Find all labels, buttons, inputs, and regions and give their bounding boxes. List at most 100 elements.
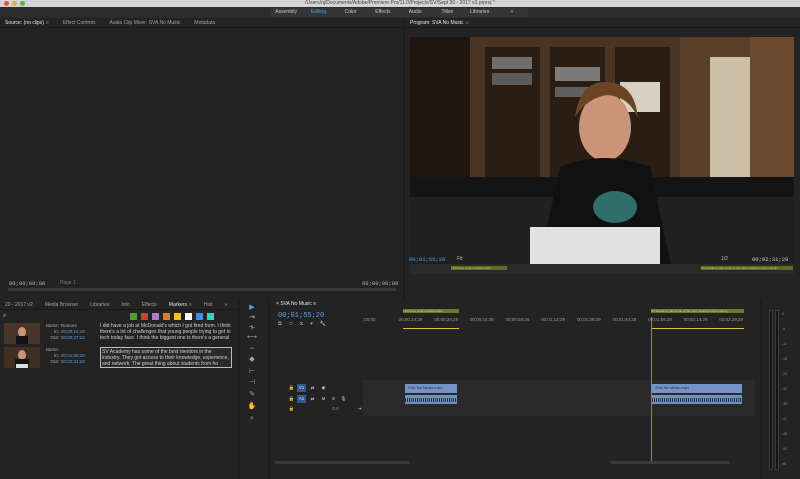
marker-duration-line bbox=[651, 328, 744, 329]
audio-clip[interactable] bbox=[405, 395, 457, 404]
window-controls[interactable] bbox=[4, 1, 25, 6]
timeline-time-ruler[interactable]: ;00;00 00;00;14;29 00;00;29;29 00;00;44;28 0… bbox=[363, 317, 755, 325]
timeline-playhead[interactable] bbox=[651, 317, 652, 463]
video-clip[interactable]: SVA No Music.mp4 bbox=[652, 384, 742, 393]
timeline-zoom-scrollbar[interactable] bbox=[610, 461, 730, 464]
tab-program[interactable]: Program: SVA No Music ≡ bbox=[410, 20, 468, 26]
playback-resolution-dropdown[interactable]: 1/2 bbox=[721, 256, 728, 262]
meter-scale-label: -42 bbox=[782, 417, 788, 421]
marker-color-swatch-5[interactable] bbox=[185, 313, 192, 320]
panel-menu-icon[interactable]: ≡ bbox=[46, 20, 49, 26]
razor-tool-icon[interactable]: ◆ bbox=[247, 356, 257, 364]
rolling-edit-icon[interactable]: ⟷ bbox=[247, 334, 257, 342]
marker-in-timecode[interactable]: 00;00;16;19 bbox=[61, 329, 85, 334]
timeline-tracks-area[interactable]: SVA No Music.mp4 SVA No Music.mp4 bbox=[363, 380, 755, 416]
workspace-tab-editing[interactable]: Editing bbox=[302, 8, 334, 17]
timeline-toggles: ⧉ ⊃ ⧖ ▾ 🔧 bbox=[278, 321, 326, 327]
panel-overflow-button[interactable]: » bbox=[225, 302, 228, 308]
minimize-window-button[interactable] bbox=[12, 1, 17, 6]
panel-menu-icon[interactable]: ≡ bbox=[466, 20, 469, 26]
close-window-button[interactable] bbox=[4, 1, 9, 6]
linked-selection-icon[interactable]: ⧖ bbox=[300, 321, 304, 327]
zoom-window-button[interactable] bbox=[20, 1, 25, 6]
source-page-selector[interactable]: Page 1 bbox=[60, 280, 76, 286]
track-target-a1[interactable]: A1 bbox=[297, 395, 306, 403]
marker-in-timecode[interactable]: 00;01;55;20 bbox=[61, 353, 85, 358]
eye-icon[interactable]: ◉ bbox=[319, 384, 328, 392]
marker-out-timecode[interactable]: 00;02;31;29 bbox=[61, 359, 85, 364]
workspace-tab-titles[interactable]: Titles bbox=[431, 8, 463, 17]
lock-icon[interactable]: 🔒 bbox=[287, 405, 296, 413]
wrench-icon[interactable]: 🔧 bbox=[320, 321, 326, 327]
timeline-marker[interactable]: SV Academy has some of the best mentors … bbox=[651, 309, 744, 313]
workspace-tab-assembly[interactable]: Assembly bbox=[270, 8, 302, 17]
master-level[interactable]: 0.0 bbox=[331, 405, 340, 413]
marker-color-swatch-7[interactable] bbox=[207, 313, 214, 320]
track-header-v1: 🔒 V1 ⇄ ◉ bbox=[285, 384, 363, 393]
tab-effect-controls[interactable]: Effect Controls bbox=[63, 20, 96, 26]
tab-metadata[interactable]: Metadata bbox=[194, 20, 215, 26]
tab-source[interactable]: Source: (no clips) ≡ bbox=[5, 20, 49, 26]
track-target-v1[interactable]: V1 bbox=[297, 384, 306, 392]
rate-stretch-icon[interactable]: ⇔ bbox=[247, 345, 257, 353]
solo-icon[interactable]: S bbox=[329, 395, 338, 403]
timeline-marker[interactable]: I did have a job at McDonald's bbox=[403, 309, 459, 313]
tab-sequence[interactable]: × SVA No Music ≡ bbox=[276, 301, 316, 307]
sync-lock-icon[interactable]: ⇄ bbox=[308, 395, 317, 403]
workspace-tab-audio[interactable]: Audio bbox=[399, 8, 431, 17]
slip-tool-icon[interactable]: ⊢ bbox=[247, 368, 257, 376]
slide-tool-icon[interactable]: ⊣ bbox=[247, 379, 257, 387]
tab-markers[interactable]: Markers ≡ bbox=[169, 302, 192, 308]
tab-info[interactable]: Info bbox=[121, 302, 129, 308]
microphone-icon[interactable]: 🎙 bbox=[339, 395, 348, 403]
mute-icon[interactable]: M bbox=[319, 395, 328, 403]
program-marker[interactable]: SV Academy has some of the best mentors … bbox=[701, 266, 793, 270]
marker-color-swatch-4[interactable] bbox=[174, 313, 181, 320]
source-time-ruler[interactable] bbox=[8, 288, 396, 291]
pen-tool-icon[interactable]: ✎ bbox=[247, 391, 257, 399]
audio-clip[interactable] bbox=[652, 395, 742, 404]
marker-list-item-selected[interactable]: Name: In: 00;01;55;20 Out: 00;02;31;29 SV … bbox=[2, 347, 232, 369]
track-select-icon[interactable]: ⇥ bbox=[247, 314, 257, 322]
program-playhead-timecode[interactable]: 00;01;55;20 bbox=[409, 256, 445, 263]
hand-tool-icon[interactable]: ✋ bbox=[247, 403, 257, 411]
sync-lock-icon[interactable]: ⇄ bbox=[308, 384, 317, 392]
marker-out-timecode[interactable]: 00;00;37;22 bbox=[61, 335, 85, 340]
panel-menu-icon[interactable]: ≡ bbox=[189, 302, 192, 308]
marker-name-value[interactable]: Rumors bbox=[61, 323, 77, 328]
ripple-edit-icon[interactable]: ⟛ bbox=[247, 324, 257, 332]
workspace-tab-libraries[interactable]: Libraries bbox=[464, 8, 496, 17]
add-marker-icon[interactable]: ▾ bbox=[310, 321, 313, 327]
insert-overwrite-icon[interactable]: ⧉ bbox=[278, 321, 282, 327]
track-header-scrollbar[interactable] bbox=[275, 461, 410, 464]
snap-icon[interactable]: ⊃ bbox=[289, 321, 293, 327]
zoom-fit-dropdown[interactable]: Fit bbox=[457, 256, 463, 262]
tab-effects[interactable]: Effects bbox=[142, 302, 157, 308]
marker-color-swatch-3[interactable] bbox=[163, 313, 170, 320]
lock-icon[interactable]: 🔒 bbox=[287, 395, 296, 403]
source-playhead-timecode[interactable]: 00;00;00;00 bbox=[9, 280, 45, 287]
magnifier-icon[interactable]: ⌕ bbox=[3, 313, 6, 320]
zoom-tool-icon[interactable]: ⌕ bbox=[247, 415, 257, 423]
workspace-overflow-button[interactable]: » bbox=[496, 8, 528, 17]
timeline-playhead-timecode[interactable]: 00;01;55;20 bbox=[278, 312, 324, 320]
marker-color-swatch-0[interactable] bbox=[130, 313, 137, 320]
tab-media-browser[interactable]: Media Browser bbox=[45, 302, 78, 308]
marker-comment[interactable]: I did have a job at McDonald's which I g… bbox=[100, 323, 232, 341]
marker-color-swatch-6[interactable] bbox=[196, 313, 203, 320]
marker-list-item[interactable]: Name: Rumors In: 00;00;16;19 Out: 00;00;37;… bbox=[2, 323, 232, 345]
marker-color-swatch-2[interactable] bbox=[152, 313, 159, 320]
selection-tool-icon[interactable]: ▶ bbox=[247, 304, 257, 312]
tab-history[interactable]: Hist bbox=[204, 302, 213, 308]
workspace-tab-color[interactable]: Color bbox=[335, 8, 367, 17]
panel-menu-icon[interactable]: ≡ bbox=[313, 301, 316, 307]
tab-audio-clip-mixer[interactable]: Audio Clip Mixer: SVA No Music bbox=[110, 20, 181, 26]
video-clip[interactable]: SVA No Music.mp4 bbox=[405, 384, 457, 393]
tab-libraries[interactable]: Libraries bbox=[90, 302, 109, 308]
program-marker[interactable]: I did have a job at McDonald's bbox=[451, 266, 507, 270]
lock-icon[interactable]: 🔒 bbox=[287, 384, 296, 392]
marker-color-swatch-1[interactable] bbox=[141, 313, 148, 320]
tab-project[interactable]: 20 - 2017 v2 bbox=[5, 302, 33, 308]
workspace-tab-effects[interactable]: Effects bbox=[367, 8, 399, 17]
marker-comment-editing[interactable]: SV Academy has some of the best mentors … bbox=[100, 347, 232, 368]
